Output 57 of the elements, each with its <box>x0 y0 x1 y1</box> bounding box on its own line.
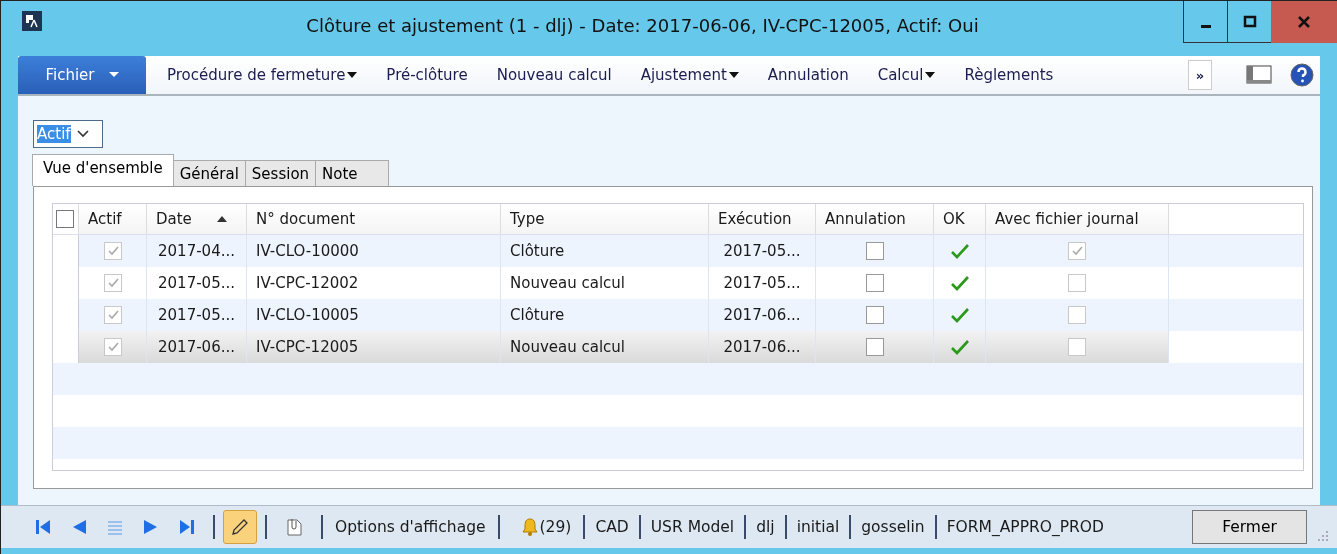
chevron-down-icon <box>76 130 89 138</box>
help-icon[interactable] <box>1290 63 1314 87</box>
display-options-link[interactable]: Options d'affichage <box>335 518 486 536</box>
status-field: gosselin <box>861 518 925 536</box>
table-row[interactable]: 2017-06... IV-CPC-12005 Nouveau calcul 2017-06... <box>53 331 1303 363</box>
bell-icon[interactable] <box>519 517 540 537</box>
status-field: dlj <box>756 518 775 536</box>
app-icon <box>22 11 42 31</box>
next-record-icon[interactable] <box>143 519 159 535</box>
status-field: CAD <box>595 518 629 536</box>
select-all-checkbox[interactable] <box>56 210 74 228</box>
column-header[interactable]: Avec fichier journal <box>986 204 1169 234</box>
tab[interactable]: Session <box>244 160 317 186</box>
caret-icon <box>347 72 358 78</box>
minimize-button[interactable] <box>1183 1 1227 43</box>
tab[interactable]: Général <box>172 160 246 186</box>
menu-item[interactable]: Calcul <box>877 66 936 84</box>
notification-count[interactable]: (29) <box>539 518 572 536</box>
tab[interactable]: Note <box>315 160 389 186</box>
last-record-icon[interactable] <box>179 519 195 535</box>
caret-icon <box>728 72 739 78</box>
more-button[interactable]: » <box>1188 60 1212 90</box>
table-row[interactable]: 2017-05... IV-CLO-10005 Clôture 2017-06... <box>53 299 1303 331</box>
first-record-icon[interactable] <box>35 519 51 535</box>
column-header[interactable]: OK <box>934 204 986 234</box>
column-header[interactable]: Date <box>147 204 247 234</box>
menu-item[interactable]: Nouveau calcul <box>496 66 612 84</box>
attachment-icon[interactable] <box>285 517 303 537</box>
status-field: initial <box>796 518 840 536</box>
pencil-icon <box>230 517 250 537</box>
window-title: Clôture et ajustement (1 - dlj) - Date: 2017-06-06, IV-CPC-12005, Actif: Oui <box>305 15 980 36</box>
column-header[interactable]: N° document <box>247 204 501 234</box>
caret-icon <box>108 72 119 78</box>
tab[interactable]: Vue d'ensemble <box>32 154 174 186</box>
previous-record-icon[interactable] <box>71 519 87 535</box>
layout-icon[interactable] <box>1246 65 1272 85</box>
column-header[interactable]: Type <box>501 204 709 234</box>
caret-icon <box>925 72 936 78</box>
edit-button[interactable] <box>223 510 257 544</box>
menu-item[interactable]: Procédure de fermeture <box>167 66 358 84</box>
column-header[interactable]: Exécution <box>709 204 816 234</box>
close-icon <box>1297 15 1311 29</box>
menu-item[interactable]: Ajustement <box>640 66 739 84</box>
menu-item[interactable]: Règlements <box>964 66 1054 84</box>
minimize-icon <box>1200 24 1211 28</box>
table-row[interactable]: 2017-04... IV-CLO-10000 Clôture 2017-05... <box>53 235 1303 267</box>
resize-grip-icon[interactable] <box>1317 530 1329 542</box>
file-menu[interactable]: Fichier <box>18 56 146 94</box>
maximize-button[interactable] <box>1227 1 1271 43</box>
menu-item[interactable]: Annulation <box>767 66 849 84</box>
status-field: FORM_APPRO_PROD <box>946 518 1104 536</box>
menu-item[interactable]: Pré-clôture <box>386 66 468 84</box>
status-field: USR Model <box>650 518 735 536</box>
column-header[interactable]: Annulation <box>816 204 934 234</box>
column-header[interactable]: Actif <box>79 204 147 234</box>
close-form-button[interactable]: Fermer <box>1192 510 1307 544</box>
maximize-icon <box>1242 14 1257 29</box>
